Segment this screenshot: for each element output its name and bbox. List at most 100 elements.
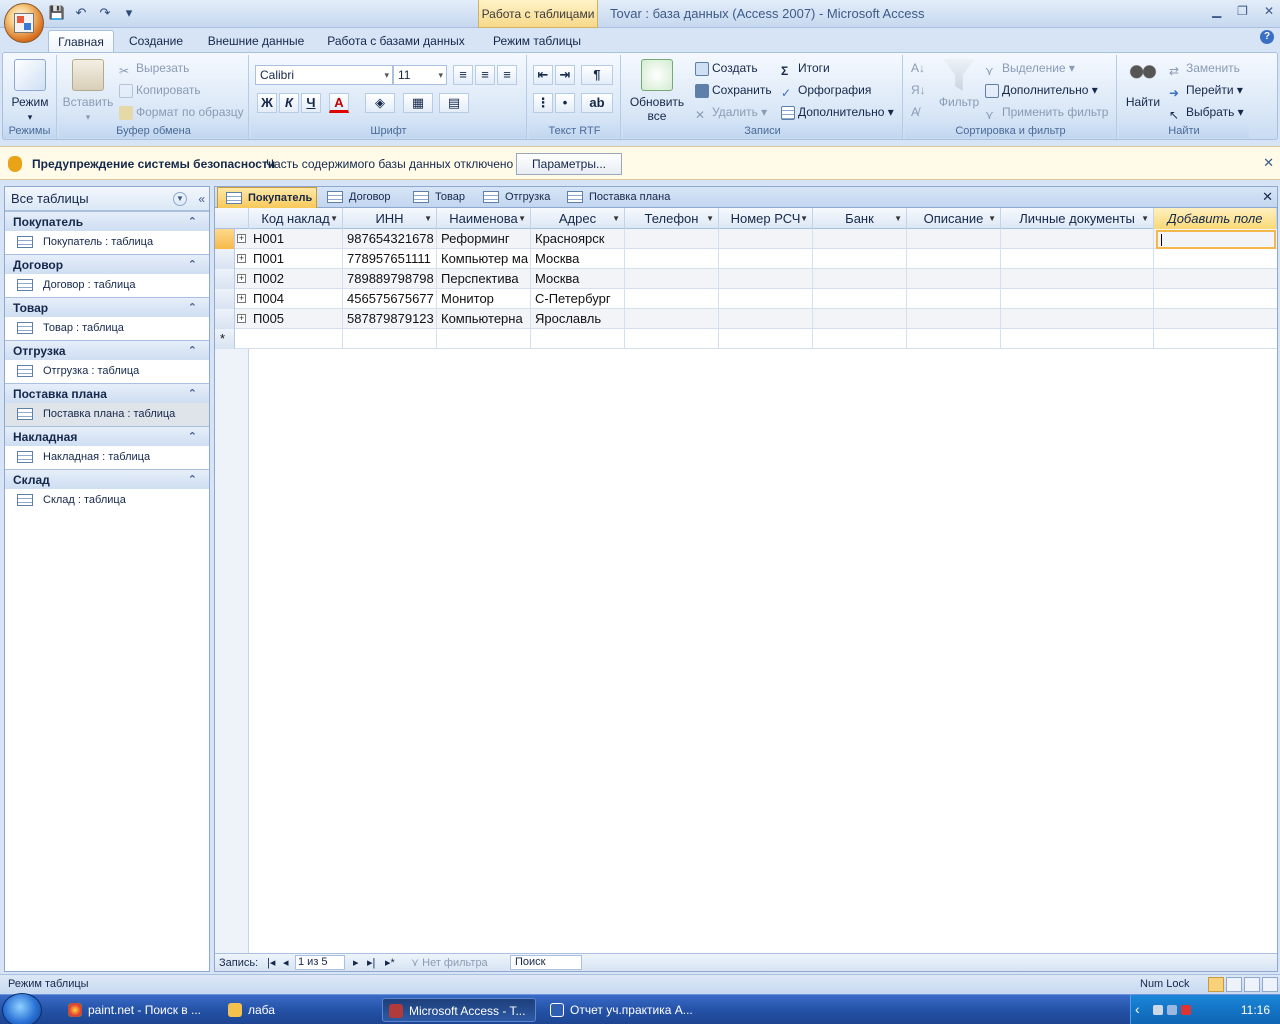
nav-group-header[interactable]: Поставка плана ⌃ [5, 383, 209, 403]
underline-button[interactable]: Ч [301, 93, 321, 113]
table-cell[interactable]: П001 [249, 249, 343, 269]
table-cell[interactable] [1001, 329, 1154, 349]
add-field-header[interactable]: Добавить поле [1154, 208, 1277, 229]
help-icon[interactable]: ? [1260, 30, 1274, 44]
chevron-down-icon[interactable]: ▼ [612, 208, 620, 229]
undo-icon[interactable]: ↶ [72, 4, 90, 22]
nav-group-header[interactable]: Отгрузка ⌃ [5, 340, 209, 360]
numbering-icon[interactable]: ⋮ [533, 93, 553, 113]
nav-group-header[interactable]: Покупатель ⌃ [5, 211, 209, 231]
taskbar-item[interactable]: Microsoft Access - T... [382, 998, 536, 1022]
row-selector[interactable] [215, 309, 235, 329]
tab-external-data[interactable]: Внешние данные [200, 30, 312, 52]
font-color-button[interactable]: A [329, 93, 349, 113]
table-cell[interactable] [907, 309, 1001, 329]
table-row[interactable]: + П002 789889798798 Перспектива Москва [215, 269, 1277, 289]
table-cell[interactable] [907, 249, 1001, 269]
taskbar-item[interactable]: Отчет уч.практика А... [544, 998, 694, 1022]
nav-item[interactable]: Поставка плана : таблица [5, 403, 209, 426]
active-edit-cell[interactable] [1156, 230, 1276, 249]
fill-color-icon[interactable]: ◈ [365, 93, 395, 113]
table-cell[interactable] [719, 229, 813, 249]
font-size-select[interactable]: 11 [393, 65, 447, 85]
last-record-icon[interactable]: ▸| [367, 956, 375, 970]
table-cell[interactable]: Москва [531, 249, 625, 269]
table-cell[interactable]: 789889798798 [343, 269, 437, 289]
doc-tab-shipment[interactable]: Отгрузка [475, 187, 559, 208]
table-cell[interactable] [813, 249, 907, 269]
minimize-icon[interactable]: ▁ [1212, 4, 1221, 18]
bullets-icon[interactable]: • [555, 93, 575, 113]
delete-record-button[interactable]: ✕ Удалить ▾ [695, 103, 767, 122]
table-row[interactable]: + П001 778957651111 Компьютер ма Москва [215, 249, 1277, 269]
view-button[interactable]: Режим ▾ [7, 59, 53, 124]
alternate-fill-icon[interactable]: ▤ [439, 93, 469, 113]
align-left-button[interactable]: ≡ [453, 65, 473, 85]
row-selector[interactable] [215, 269, 235, 289]
new-record-row[interactable]: * [215, 329, 1277, 349]
new-record-button[interactable]: Создать [695, 59, 758, 77]
table-cell[interactable]: П002 [249, 269, 343, 289]
nav-group-header[interactable]: Договор ⌃ [5, 254, 209, 274]
nav-item[interactable]: Накладная : таблица [5, 446, 209, 469]
customize-qat-icon[interactable]: ▾ [120, 4, 138, 22]
selection-button[interactable]: ⋎ Выделение ▾ [985, 59, 1075, 78]
table-cell[interactable]: П005 [249, 309, 343, 329]
table-cell[interactable] [249, 329, 343, 349]
pivot-table-view-icon[interactable] [1226, 977, 1242, 992]
table-cell[interactable] [625, 269, 719, 289]
no-filter-button[interactable]: ⋎ Нет фильтра [411, 956, 488, 970]
nav-item[interactable]: Покупатель : таблица [5, 231, 209, 254]
table-cell[interactable]: Москва [531, 269, 625, 289]
expand-icon[interactable]: + [237, 274, 246, 283]
table-cell[interactable] [1001, 229, 1154, 249]
table-cell[interactable] [1001, 269, 1154, 289]
row-selector[interactable] [215, 229, 235, 249]
column-header[interactable]: Личные документы ▼ [1001, 208, 1154, 229]
cut-button[interactable]: ✂ Вырезать [119, 59, 189, 78]
table-cell[interactable]: Компьютерна [437, 309, 531, 329]
table-cell[interactable] [719, 249, 813, 269]
table-cell[interactable] [719, 289, 813, 309]
restore-icon[interactable]: ❐ [1237, 4, 1248, 18]
align-right-button[interactable]: ≡ [497, 65, 517, 85]
gridlines-icon[interactable]: ▦ [403, 93, 433, 113]
taskbar-item[interactable]: лаба [222, 998, 372, 1022]
column-header[interactable]: Адрес ▼ [531, 208, 625, 229]
table-cell[interactable]: Реформинг [437, 229, 531, 249]
office-button[interactable] [4, 3, 44, 43]
more-records-button[interactable]: Дополнительно ▾ [781, 103, 894, 121]
collapse-group-icon[interactable]: ⌃ [188, 212, 197, 232]
replace-button[interactable]: ⇄ Заменить [1169, 59, 1240, 78]
table-cell[interactable]: Монитор [437, 289, 531, 309]
table-row[interactable]: + Н001 987654321678 Реформинг Красноярск [215, 229, 1277, 249]
taskbar-item[interactable]: paint.net - Поиск в ... [62, 998, 212, 1022]
doc-tab-plan-supply[interactable]: Поставка плана [559, 187, 679, 208]
collapse-group-icon[interactable]: ⌃ [188, 298, 197, 318]
table-cell[interactable]: Красноярск [531, 229, 625, 249]
nav-item[interactable]: Договор : таблица [5, 274, 209, 297]
chevron-down-icon[interactable]: ▼ [173, 192, 187, 206]
prev-record-icon[interactable]: ◂ [283, 956, 289, 970]
chevron-down-icon[interactable]: ▼ [1141, 208, 1149, 229]
next-record-icon[interactable]: ▸ [353, 956, 359, 970]
chevron-down-icon[interactable]: ▼ [894, 208, 902, 229]
table-cell[interactable] [719, 269, 813, 289]
increase-indent-icon[interactable]: ⇥ [555, 65, 575, 85]
tab-create[interactable]: Создание [120, 30, 192, 52]
close-icon[interactable]: ✕ [1264, 4, 1274, 18]
spelling-button[interactable]: ✓ Орфография [781, 81, 871, 100]
table-cell[interactable] [907, 329, 1001, 349]
column-header[interactable]: Банк ▼ [813, 208, 907, 229]
close-icon[interactable]: ✕ [1263, 155, 1274, 171]
collapse-group-icon[interactable]: ⌃ [188, 384, 197, 404]
advanced-filter-button[interactable]: Дополнительно ▾ [985, 81, 1098, 99]
chevron-down-icon[interactable]: ▼ [330, 208, 338, 229]
nav-pane-header[interactable]: Все таблицы ▼ « [5, 187, 209, 211]
chevron-down-icon[interactable]: ▼ [706, 208, 714, 229]
clear-sort-icon[interactable]: A̸ [911, 103, 919, 121]
expand-icon[interactable]: + [237, 254, 246, 263]
italic-button[interactable]: К [279, 93, 299, 113]
column-header[interactable]: Телефон ▼ [625, 208, 719, 229]
row-selector[interactable] [215, 289, 235, 309]
